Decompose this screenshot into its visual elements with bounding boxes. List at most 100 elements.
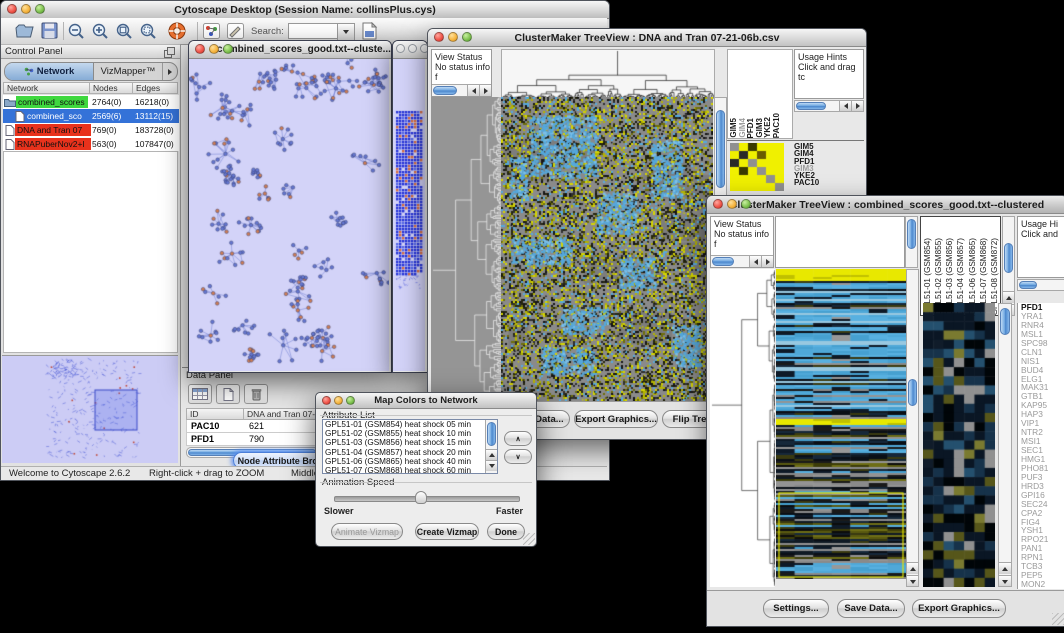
tv1-status-hscrollbar[interactable] [432,84,491,96]
attribute-list-item[interactable]: GPL51-03 (GSM856) heat shock 15 min [323,438,485,447]
tv2-save-data-button[interactable]: Save Data... [837,599,905,618]
minimize-icon[interactable] [448,32,458,42]
zoom-window-icon[interactable] [223,44,233,54]
dense-network-canvas[interactable] [393,59,425,371]
scroll-right-button[interactable] [851,101,863,111]
new-attribute-button[interactable] [216,384,240,404]
attribute-list-item[interactable]: GPL51-07 (GSM868) heat shock 60 min [323,466,485,474]
tv1-export-graphics-button[interactable]: Export Graphics... [574,410,658,428]
scroll-up-button[interactable] [907,562,918,574]
main-title-bar[interactable]: Cytoscape Desktop (Session Name: collins… [1,1,609,19]
help-button[interactable] [167,21,187,46]
tv2-heatmap-canvas[interactable] [776,269,906,579]
scroll-left-button[interactable] [839,101,851,111]
zoom-window-icon[interactable] [35,4,45,14]
network-graph-canvas[interactable] [189,59,389,371]
close-icon[interactable] [195,44,205,54]
zoom-in-button[interactable] [91,22,109,45]
close-icon[interactable] [713,199,723,209]
scroll-up-button[interactable] [999,562,1011,574]
data-col-id[interactable]: ID [186,408,244,420]
table-mode-button[interactable] [188,384,212,404]
tv1-usage-hscrollbar[interactable] [794,100,864,112]
scrollbar-thumb[interactable] [1019,281,1037,289]
scrollbar-thumb[interactable] [433,86,457,95]
treeview1-title-bar[interactable]: ClusterMaker TreeView : DNA and Tran 07-… [428,29,866,47]
scrollbar-thumb[interactable] [1000,308,1010,335]
scroll-up-button[interactable] [486,449,497,460]
window-controls[interactable] [7,4,45,14]
tv2-usage-hscrollbar[interactable] [1017,279,1064,291]
scroll-right-button[interactable] [479,85,491,96]
minimize-icon[interactable] [209,44,219,54]
tv1-row-dendrogram-canvas[interactable] [431,97,501,401]
attribute-list-item[interactable]: GPL51-02 (GSM855) heat shock 10 min [323,429,485,438]
zoom-fit-button[interactable] [115,22,133,45]
scroll-left-button[interactable] [749,256,761,267]
tv1-column-dendrogram-canvas[interactable] [501,49,715,99]
move-down-button[interactable]: ∨ [504,449,532,464]
zoom-window-icon[interactable] [741,199,751,209]
scrollbar-thumb[interactable] [487,422,496,446]
network-row-dna-tran[interactable]: DNA and Tran 07 769(0) 183728(0) [3,123,179,137]
tv2-gene-list[interactable]: PFD1YRA1RNR4MSL1SPC98CLN1NIS1BUD4ELG1MAK… [1017,303,1064,589]
tv1-heatmap-canvas[interactable] [501,97,713,401]
scroll-down-button[interactable] [907,575,918,587]
create-vizmap-button[interactable]: Create Vizmap [415,523,479,540]
open-file-button[interactable] [15,22,34,44]
done-button[interactable]: Done [487,523,525,540]
attribute-listbox[interactable]: GPL51-01 (GSM854) heat shock 05 minGPL51… [322,419,498,474]
col-header-network[interactable]: Network [3,82,90,94]
close-icon[interactable] [396,44,405,53]
scroll-left-button[interactable] [467,85,479,96]
zoom-selected-button[interactable] [139,22,157,45]
zoom-window-icon[interactable] [420,44,427,53]
background-window-title-bar[interactable] [393,41,427,59]
network-view-title-bar[interactable]: combined_scores_good.txt--cluste... [189,41,391,59]
minimize-icon[interactable] [727,199,737,209]
tv2-row-dendrogram-canvas[interactable] [710,269,775,587]
scrollbar-thumb[interactable] [716,110,725,188]
scroll-right-button[interactable] [761,256,773,267]
attribute-list-vscrollbar[interactable] [485,420,497,473]
minimize-icon[interactable] [334,396,343,405]
attribute-list-item[interactable]: GPL51-01 (GSM854) heat shock 05 min [323,420,485,429]
tv2-settings-button[interactable]: Settings... [763,599,829,618]
minimize-icon[interactable] [408,44,417,53]
tab-vizmapper[interactable]: VizMapper™ [94,63,163,80]
search-dropdown-button[interactable] [337,23,355,41]
close-icon[interactable] [434,32,444,42]
speed-slider-track[interactable] [334,496,520,502]
scroll-down-button[interactable] [486,460,497,471]
scroll-down-button[interactable] [999,575,1011,587]
close-icon[interactable] [322,396,331,405]
col-header-edges[interactable]: Edges [133,82,178,94]
network-row-combined-scores[interactable]: combined_scores 2764(0) 16218(0) [3,95,179,109]
animate-vizmap-button[interactable]: Animate Vizmap [331,523,403,540]
tv1-gene-list[interactable]: GIM5GIM4PFD1GIM3YKE2PAC10 [794,143,834,187]
delete-attribute-button[interactable] [244,384,268,404]
network-overview-canvas[interactable] [2,355,178,463]
scrollbar-thumb[interactable] [712,257,734,266]
zoom-out-button[interactable] [67,22,85,45]
scrollbar-thumb[interactable] [796,102,826,110]
tv2-labels-vscrollbar[interactable] [1002,216,1015,316]
zoom-window-icon[interactable] [346,396,355,405]
minimize-icon[interactable] [21,4,31,14]
search-input[interactable] [288,23,338,39]
resize-grip[interactable] [1052,613,1064,625]
network-row-combined-sco[interactable]: combined_sco 2569(6) 13112(15) [3,109,179,123]
zoom-window-icon[interactable] [462,32,472,42]
dialog-title-bar[interactable]: Map Colors to Network [316,393,536,409]
col-header-nodes[interactable]: Nodes [90,82,133,94]
save-button[interactable] [41,22,58,44]
tab-network[interactable]: Network [5,63,94,80]
resize-grip[interactable] [523,533,535,545]
scrollbar-thumb[interactable] [908,379,917,406]
tv2-top-vscrollbar[interactable] [905,216,918,268]
speed-slider-thumb[interactable] [415,491,427,504]
move-up-button[interactable]: ∧ [504,431,532,446]
attribute-list-item[interactable]: GPL51-04 (GSM857) heat shock 20 min [323,448,485,457]
tab-overflow-button[interactable] [163,63,177,80]
network-row-rnapuber[interactable]: RNAPuberNov2+I 563(0) 107847(0) [3,137,179,151]
